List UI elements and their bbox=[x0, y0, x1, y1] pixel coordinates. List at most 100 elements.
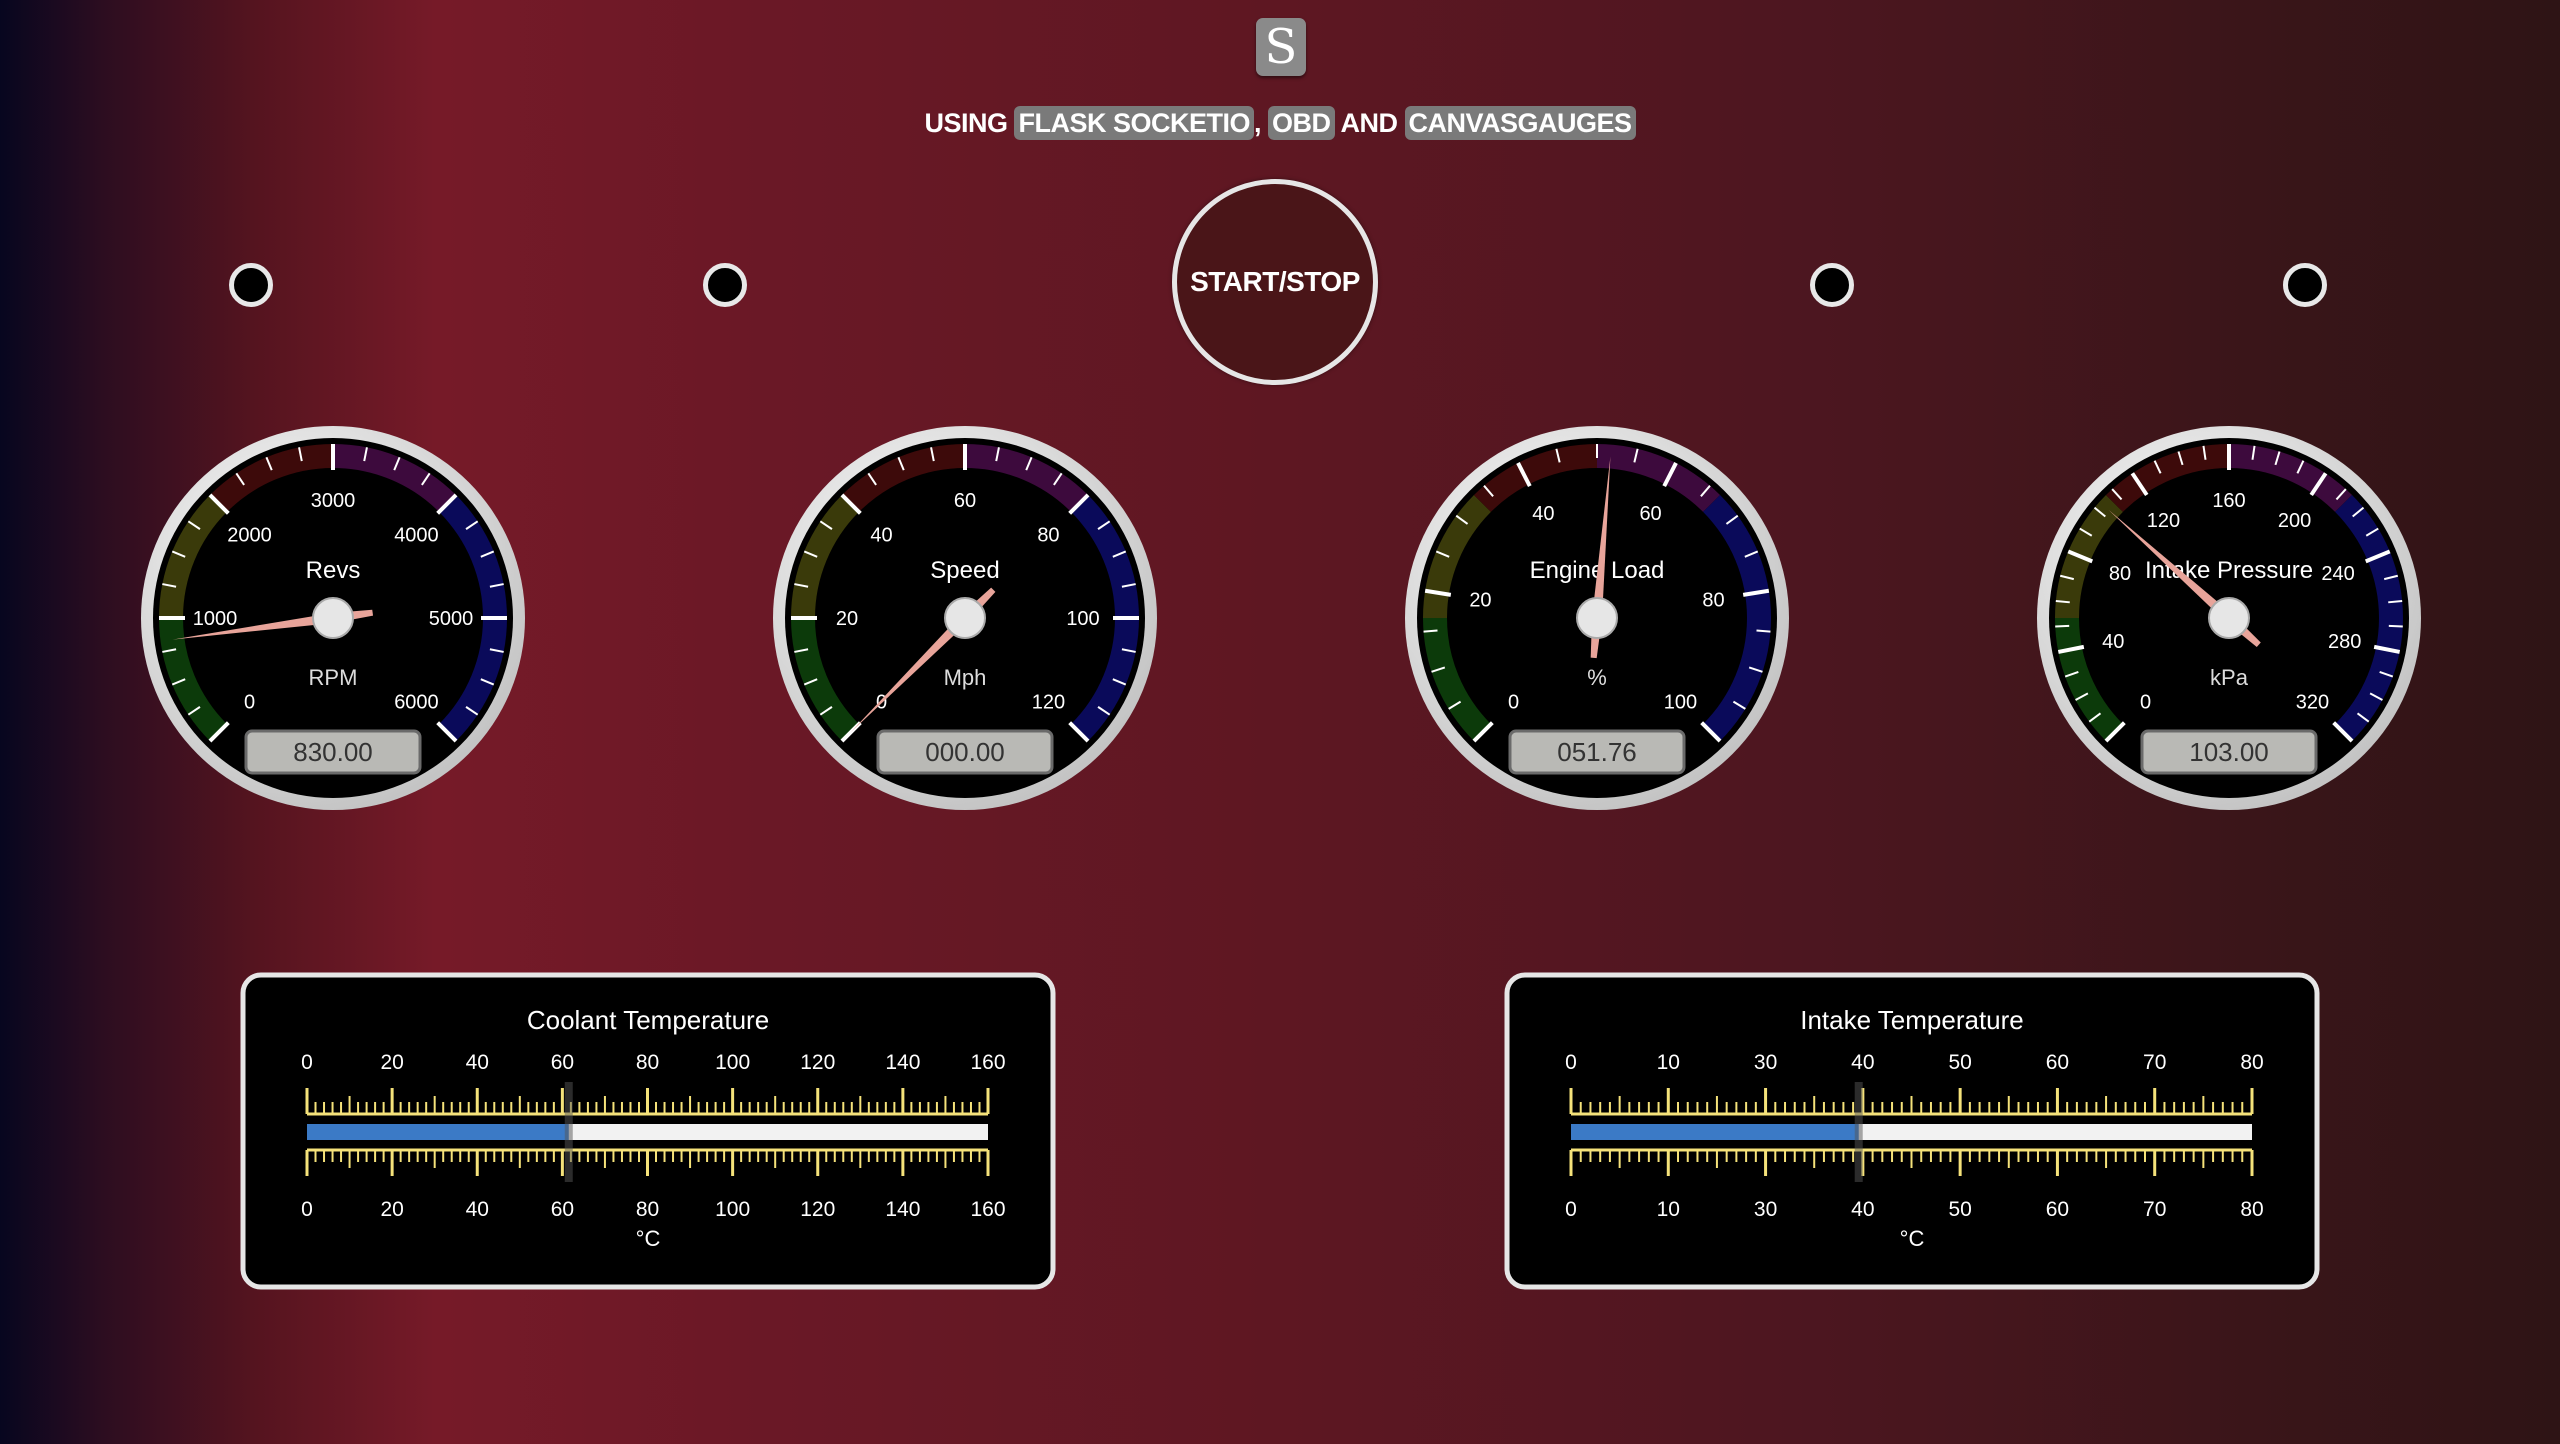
linear-title: Intake Temperature bbox=[1800, 1005, 2024, 1035]
intake-pressure-gauge: 0 40 80 120 160 200 240 280 320 Intake Pressure kP… bbox=[2037, 426, 2421, 810]
bottom-tick-label: 40 bbox=[1851, 1198, 1874, 1221]
status-indicator-2 bbox=[703, 263, 747, 307]
bottom-tick-label: 140 bbox=[885, 1198, 920, 1221]
top-tick-label: 60 bbox=[551, 1051, 574, 1074]
value-display: 830.00 bbox=[293, 737, 373, 767]
gauge-units: % bbox=[1587, 665, 1607, 690]
bottom-tick-label: 80 bbox=[2240, 1198, 2263, 1221]
top-tick-label: 120 bbox=[800, 1051, 835, 1074]
tick-label: 120 bbox=[1032, 691, 1065, 713]
minor-tick bbox=[2055, 599, 2070, 604]
socketio-logo: S bbox=[1256, 18, 1306, 76]
tick-label: 320 bbox=[2296, 691, 2329, 713]
bottom-tick-label: 50 bbox=[1948, 1198, 1971, 1221]
gauge-units: kPa bbox=[2210, 665, 2249, 690]
gauge-units: RPM bbox=[309, 665, 358, 690]
top-tick-label: 100 bbox=[715, 1051, 750, 1074]
status-indicator-4 bbox=[2283, 263, 2327, 307]
minor-tick bbox=[2388, 624, 2403, 628]
top-tick-label: 50 bbox=[1948, 1051, 1971, 1074]
bottom-tick-label: 70 bbox=[2143, 1198, 2166, 1221]
top-tick-label: 40 bbox=[1851, 1051, 1874, 1074]
bottom-tick-label: 100 bbox=[715, 1198, 750, 1221]
gauge-title: Revs bbox=[306, 557, 361, 584]
tick-label: 160 bbox=[2212, 490, 2245, 512]
flask-socketio-tag: Flask SocketIO bbox=[1014, 106, 1254, 140]
speed-gauge: 020406080100120SpeedMph000.00 bbox=[773, 426, 1157, 810]
subtitle-sep1: , bbox=[1253, 108, 1268, 138]
top-tick-label: 60 bbox=[2046, 1051, 2069, 1074]
tick-label: 80 bbox=[2109, 563, 2131, 585]
value-display: 103.00 bbox=[2189, 737, 2269, 767]
tick-label: 5000 bbox=[429, 608, 474, 630]
tick-label: 0 bbox=[2140, 691, 2151, 713]
coolant-temperature-gauge: Coolant Temperature 0 0 20 20 40 40 60 60 80 80 100… bbox=[240, 972, 1056, 1290]
bar-fill bbox=[307, 1124, 569, 1140]
minor-tick bbox=[1756, 629, 1771, 633]
top-tick-label: 30 bbox=[1754, 1051, 1777, 1074]
tick-label: 80 bbox=[1702, 590, 1724, 612]
bottom-tick-label: 120 bbox=[800, 1198, 835, 1221]
bottom-tick-label: 40 bbox=[466, 1198, 489, 1221]
tick-label: 100 bbox=[1664, 691, 1697, 713]
engine-load-gauge: 02040 6080100Engine Load%051.76 bbox=[1405, 426, 1789, 810]
tick-label: 60 bbox=[954, 490, 976, 512]
tick-label: 60 bbox=[1639, 503, 1661, 525]
start-stop-button[interactable]: START/STOP bbox=[1172, 179, 1378, 385]
canvasgauges-tag: CanvasGauges bbox=[1404, 106, 1636, 140]
top-tick-label: 70 bbox=[2143, 1051, 2166, 1074]
gauge-units: Mph bbox=[944, 665, 987, 690]
tick-label: 200 bbox=[2278, 510, 2311, 532]
needle-hub bbox=[312, 597, 354, 639]
tick-label: 40 bbox=[870, 525, 892, 547]
bottom-tick-label: 30 bbox=[1754, 1198, 1777, 1221]
bottom-tick-label: 160 bbox=[970, 1198, 1005, 1221]
top-tick-label: 20 bbox=[380, 1051, 403, 1074]
tick-label: 280 bbox=[2328, 631, 2361, 653]
linear-units: °C bbox=[636, 1226, 661, 1251]
obd-tag: OBD bbox=[1268, 106, 1335, 140]
bar-fill bbox=[1571, 1124, 1859, 1140]
bottom-tick-label: 60 bbox=[551, 1198, 574, 1221]
bar-needle bbox=[1854, 1082, 1863, 1182]
bottom-tick-label: 60 bbox=[2046, 1198, 2069, 1221]
needle-hub bbox=[2208, 597, 2250, 639]
bottom-tick-label: 10 bbox=[1657, 1198, 1680, 1221]
tick-label: 120 bbox=[2147, 510, 2180, 532]
needle-hub bbox=[1576, 597, 1618, 639]
tick-label: 1000 bbox=[193, 608, 238, 630]
page-subtitle: Using Flask SocketIO, OBD and CanvasGaug… bbox=[0, 106, 2560, 140]
gauge-title: Intake Pressure bbox=[2145, 557, 2313, 584]
tick-label: 40 bbox=[2102, 631, 2124, 653]
status-indicator-1 bbox=[229, 263, 273, 307]
tick-label: 40 bbox=[1532, 503, 1554, 525]
top-tick-label: 140 bbox=[885, 1051, 920, 1074]
subtitle-sep2: and bbox=[1334, 108, 1405, 138]
linear-units: °C bbox=[1900, 1226, 1925, 1251]
tick-label: 2000 bbox=[227, 525, 272, 547]
tick-label: 240 bbox=[2321, 563, 2354, 585]
tick-label: 0 bbox=[1508, 691, 1519, 713]
start-stop-label: START/STOP bbox=[1190, 266, 1360, 297]
top-tick-label: 80 bbox=[2240, 1051, 2263, 1074]
bottom-tick-label: 80 bbox=[636, 1198, 659, 1221]
tick-label: 80 bbox=[1037, 525, 1059, 547]
tick-label: 3000 bbox=[311, 490, 356, 512]
gauge-title: Speed bbox=[930, 557, 999, 584]
tick-label: 100 bbox=[1066, 608, 1099, 630]
top-tick-label: 40 bbox=[466, 1051, 489, 1074]
bar-needle bbox=[564, 1082, 573, 1182]
top-tick-label: 0 bbox=[1565, 1051, 1577, 1074]
logo-letter: S bbox=[1264, 19, 1298, 75]
value-display: 051.76 bbox=[1557, 737, 1637, 767]
needle-hub bbox=[944, 597, 986, 639]
tick-label: 6000 bbox=[394, 691, 439, 713]
bottom-tick-label: 0 bbox=[1565, 1198, 1577, 1221]
minor-tick bbox=[2388, 599, 2403, 604]
tick-label: 4000 bbox=[394, 525, 439, 547]
tick-label: 20 bbox=[836, 608, 858, 630]
minor-tick bbox=[1423, 629, 1438, 633]
bottom-tick-label: 0 bbox=[301, 1198, 313, 1221]
top-tick-label: 80 bbox=[636, 1051, 659, 1074]
revs-gauge: 0 1000 2000 3000 4000 5000 6000 Revs RPM 830.00 bbox=[141, 426, 525, 810]
